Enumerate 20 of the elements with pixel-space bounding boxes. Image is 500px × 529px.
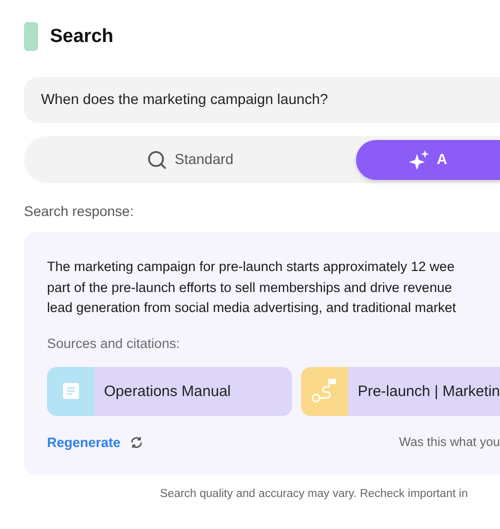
sparkle-icon [408, 150, 429, 170]
refresh-icon[interactable] [130, 436, 143, 448]
search-icon [146, 150, 167, 170]
source-chip[interactable]: Operations Manual [47, 366, 292, 416]
response-label: Search response: [24, 203, 135, 219]
mode-tab[interactable]: A [356, 140, 500, 180]
source-title: Operations Manual [104, 382, 231, 400]
disclaimer-text: Search quality and accuracy may vary. Recheck important in [159, 488, 469, 500]
source-title: Pre-launch | Marketin [358, 382, 500, 400]
route-flag-icon [311, 377, 338, 405]
document-icon [62, 382, 80, 400]
mode-tab[interactable]: Standard [24, 136, 356, 183]
answer-text: The marketing campaign for pre-launch starts approximately 12 wee part of the pre-launch efforts to sell memberships and drive revenue lead generation from social media advertising, and traditional market [47, 258, 457, 317]
source-chip[interactable]: Pre-launch | Marketin [301, 366, 500, 416]
title-marker [24, 22, 38, 51]
regenerate-link[interactable]: Regenerate [47, 434, 121, 450]
sources-label: Sources and citations: [47, 336, 181, 350]
query-field[interactable]: When does the marketing campaign launch? [24, 77, 500, 123]
page-title: Search [50, 26, 114, 48]
feedback-prompt: Was this what you [399, 435, 500, 449]
